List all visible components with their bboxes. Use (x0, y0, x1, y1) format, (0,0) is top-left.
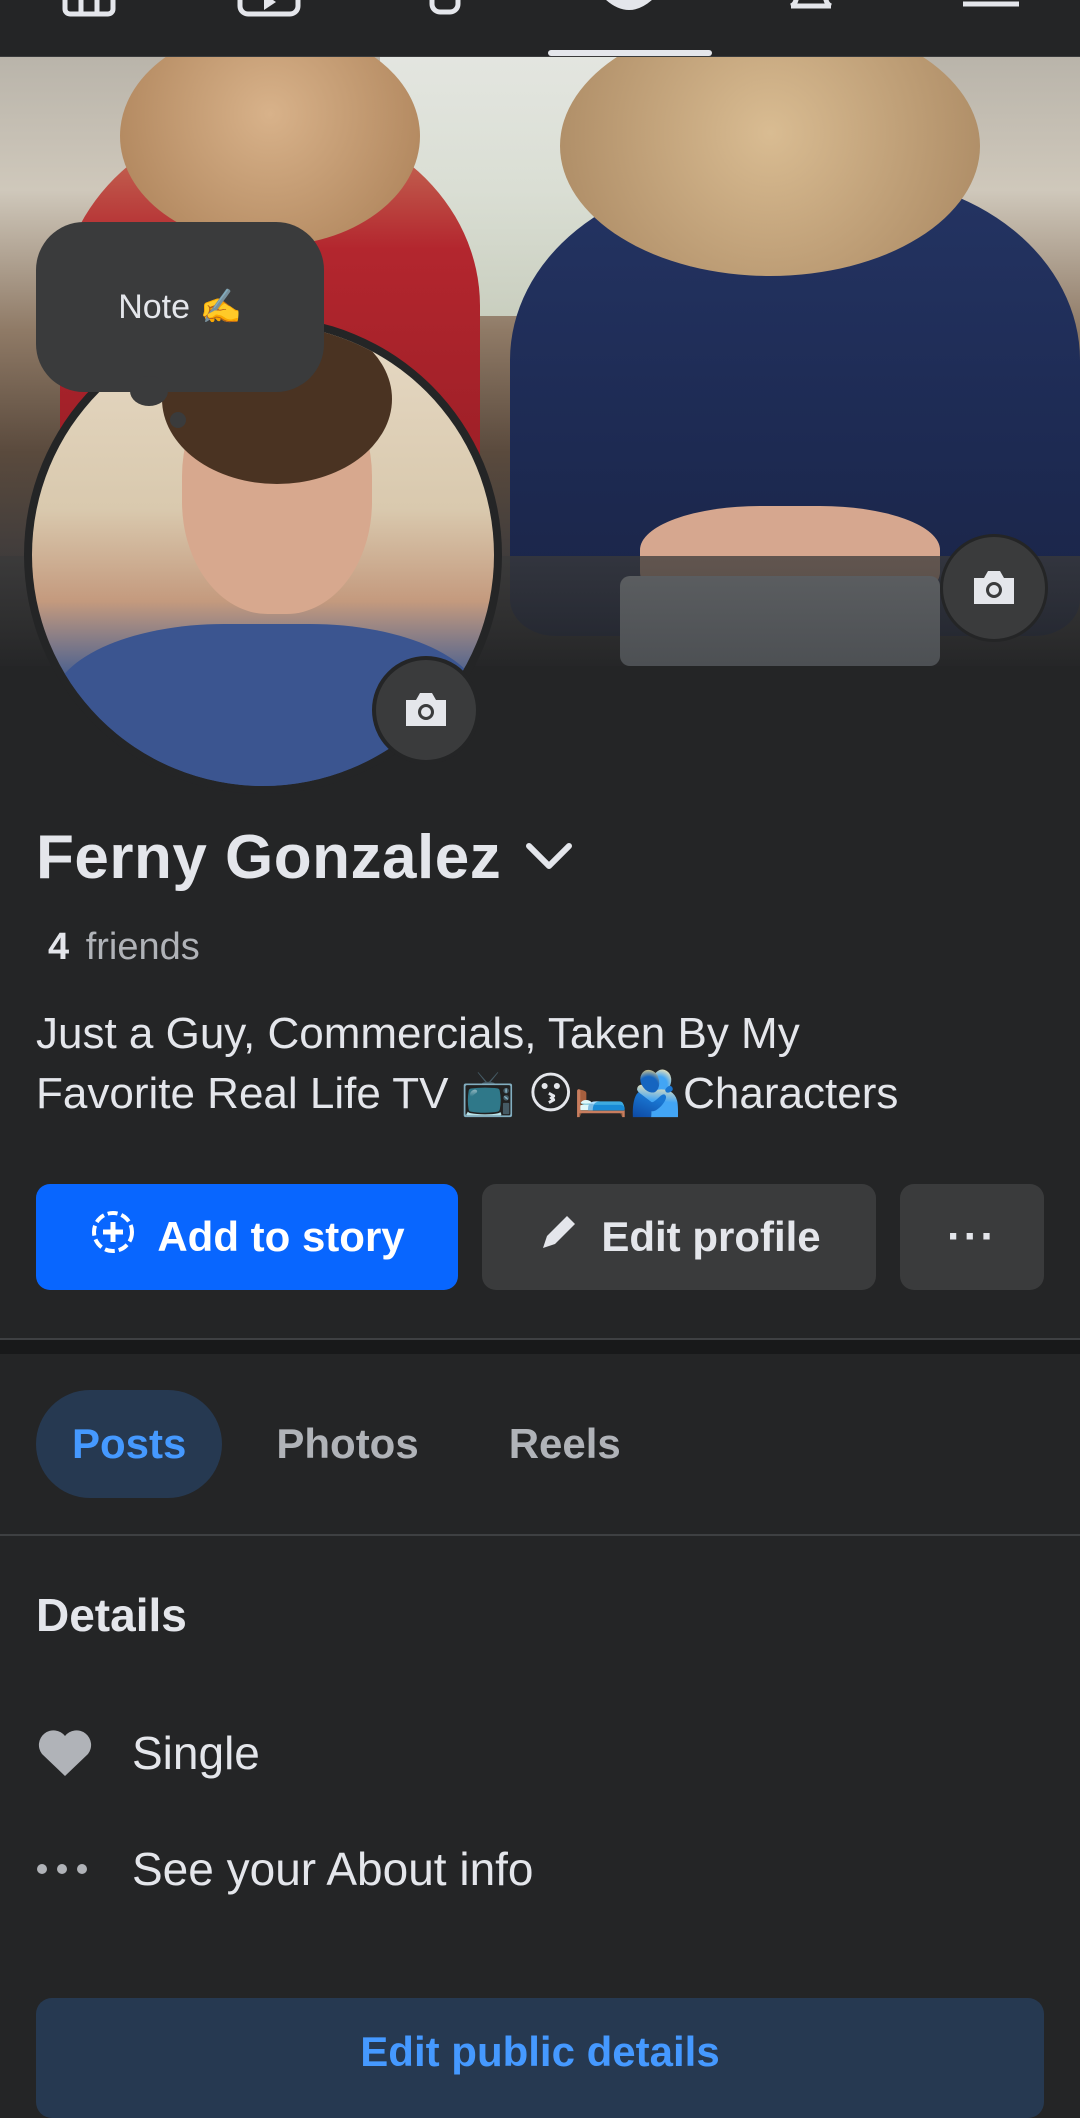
edit-avatar-camera-icon[interactable] (372, 656, 480, 764)
bio-line-2: Favorite Real Life TV 📺 😗🛏️🫂Characters (36, 1069, 899, 1118)
tabs-divider (0, 1534, 1080, 1536)
section-divider (0, 1338, 1080, 1354)
tab-posts[interactable]: Posts (36, 1390, 223, 1498)
tab-reels[interactable]: Reels (473, 1390, 657, 1498)
pencil-icon (537, 1210, 601, 1264)
edit-cover-camera-icon[interactable] (940, 534, 1048, 642)
profile-bio: Just a Guy, Commercials, Taken By My Fav… (36, 1004, 1046, 1124)
nav-profile-icon[interactable] (574, 0, 684, 56)
note-bubble-tail (130, 376, 168, 406)
nav-video-icon[interactable] (214, 0, 324, 56)
nav-notifications-icon[interactable] (756, 0, 866, 56)
edit-public-details-label: Edit public details (360, 2028, 720, 2075)
note-label: Note ✍️ (118, 288, 242, 326)
bio-line-1: Just a Guy, Commercials, Taken By My (36, 1009, 800, 1058)
about-info-row[interactable]: See your About info (36, 1842, 534, 1896)
more-dots-icon (36, 1863, 132, 1875)
friends-count-label: friends (85, 926, 200, 968)
edit-public-details-button[interactable]: Edit public details (36, 1998, 1044, 2118)
more-options-button[interactable]: ··· (900, 1184, 1044, 1290)
nav-active-indicator (548, 50, 712, 56)
note-bubble-tail-small (170, 412, 186, 428)
note-bubble[interactable]: Note ✍️ (36, 222, 324, 392)
details-heading: Details (36, 1589, 187, 1641)
friends-count[interactable]: 4 friends (48, 926, 200, 969)
add-to-story-button[interactable]: Add to story (36, 1184, 458, 1290)
profile-name-row[interactable]: Ferny Gonzalez (36, 822, 573, 893)
profile-tabs: Posts Photos Reels (36, 1390, 675, 1498)
edit-profile-button[interactable]: Edit profile (482, 1184, 876, 1290)
friends-count-number: 4 (48, 926, 70, 968)
tab-photos[interactable]: Photos (240, 1390, 454, 1498)
nav-friends-icon[interactable] (394, 0, 504, 56)
nav-home-icon[interactable] (34, 0, 144, 56)
about-info-link[interactable]: See your About info (132, 1842, 534, 1896)
add-to-story-label: Add to story (157, 1213, 405, 1260)
top-navigation (0, 0, 1080, 57)
more-icon: ··· (947, 1212, 997, 1261)
edit-profile-label: Edit profile (601, 1213, 821, 1260)
relationship-status-row: Single (36, 1726, 260, 1780)
profile-name: Ferny Gonzalez (36, 823, 502, 892)
relationship-status: Single (132, 1727, 260, 1779)
chevron-down-icon[interactable] (525, 842, 573, 877)
nav-menu-icon[interactable] (936, 0, 1046, 56)
add-story-icon (89, 1208, 157, 1266)
heart-icon (36, 1728, 132, 1778)
